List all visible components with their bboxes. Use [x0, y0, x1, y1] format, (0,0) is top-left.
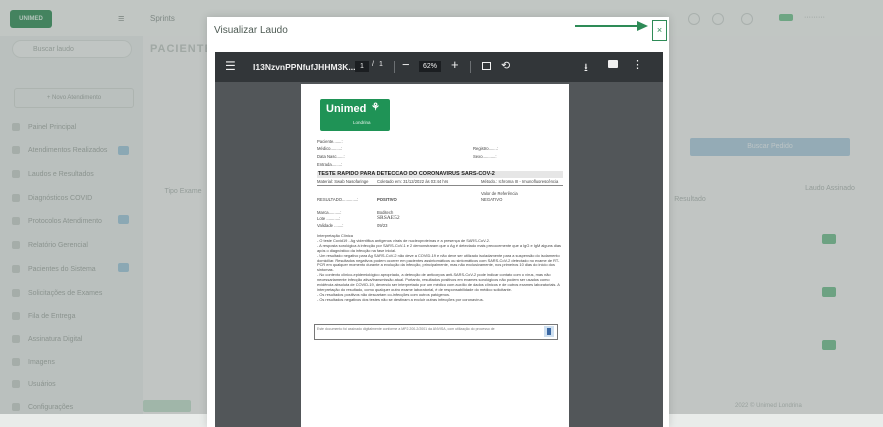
close-button[interactable]: × — [652, 20, 667, 41]
lot-value: SRSAE52 — [377, 215, 400, 221]
patient-label: Paciente.......: — [317, 139, 343, 144]
logo-city: Londrina — [353, 120, 371, 125]
validity-label: Validade .......: — [317, 223, 344, 228]
toolbar-divider — [470, 61, 471, 73]
download-icon[interactable]: ⭳ — [584, 59, 588, 78]
interpretation-line: - No contexto clínico-epidemiológico apr… — [317, 272, 560, 292]
divider — [317, 185, 563, 186]
print-icon[interactable] — [608, 60, 618, 68]
lot-label: Lote ...........: — [317, 216, 341, 221]
annotation-arrow-head — [637, 21, 648, 31]
logo-mark-icon: ⚘ — [371, 102, 380, 113]
doctor-label: Médico.........: — [317, 146, 343, 151]
result-label: RESULTADO.............: — [317, 197, 359, 202]
pdf-page: Unimed ⚘ Londrina Paciente.......: Médic… — [301, 84, 569, 427]
rotate-icon[interactable]: ⟲ — [501, 59, 510, 72]
document-icon — [544, 326, 554, 337]
test-title: TESTE RAPIDO PARA DETECCAO DO CORONAVIRU… — [318, 171, 495, 177]
zoom-input[interactable]: 62% — [419, 61, 441, 72]
sex-label: Sexo...........: — [473, 154, 497, 159]
page-separator: / — [372, 61, 374, 68]
minus-icon[interactable]: − — [402, 57, 410, 72]
total-pages: 1 — [379, 61, 383, 68]
logo-name: Unimed — [326, 103, 367, 115]
signature-text: Este documento foi assinado digitalmente… — [317, 327, 495, 331]
fit-page-icon[interactable] — [482, 62, 491, 70]
toolbar-divider — [394, 61, 395, 73]
interpretation-line: - Os resultados negativos dos testes não… — [317, 296, 484, 302]
brand-label: Marca..........: — [317, 210, 342, 215]
ref-value: NEGATIVO — [481, 197, 503, 202]
interpretation-line: - Um resultado negativo para Ag SARS-CoV… — [317, 252, 560, 273]
plus-icon[interactable]: + — [451, 57, 459, 72]
unimed-logo: Unimed ⚘ Londrina — [320, 99, 390, 131]
more-vert-icon[interactable]: ⋮ — [632, 58, 643, 71]
pdf-viewer[interactable]: ☰ I13NzvnPPNfufJHHM3K... 1 / 1 − 62% + ⟲… — [215, 52, 663, 427]
material: Material: Swab Nasofaringe — [317, 179, 369, 184]
result-value: POSITIVO — [377, 197, 397, 202]
pdf-toolbar: ☰ I13NzvnPPNfufJHHM3K... 1 / 1 − 62% + ⟲… — [215, 52, 663, 82]
annotation-arrow — [575, 25, 639, 27]
report-modal: Visualizar Laudo × ☰ I13NzvnPPNfufJHHM3K… — [207, 17, 669, 427]
collected-date: Coletado em: 31/12/2022 às 03:44 hrs — [377, 179, 449, 184]
hamburger-icon[interactable]: ☰ — [225, 59, 236, 73]
entry-label: Entrada........: — [317, 162, 343, 167]
method: Método.: Ichroma III - Imunofluorescênci… — [481, 179, 559, 184]
validity-value: 09/23 — [377, 223, 388, 228]
birth-label: Data Nasc......: — [317, 154, 345, 159]
modal-title: Visualizar Laudo — [214, 25, 288, 36]
page-number-input[interactable]: 1 — [355, 61, 369, 72]
pdf-filename: I13NzvnPPNfufJHHM3K... — [253, 62, 356, 72]
ref-value-header: Valor de Referência — [481, 191, 518, 196]
registry-label: Registro.......: — [473, 146, 498, 151]
signature-box: Este documento foi assinado digitalmente… — [314, 324, 558, 340]
interpretation-section: Interpretação Clínica - O teste Covid19 … — [317, 233, 565, 303]
close-icon: × — [656, 25, 663, 35]
